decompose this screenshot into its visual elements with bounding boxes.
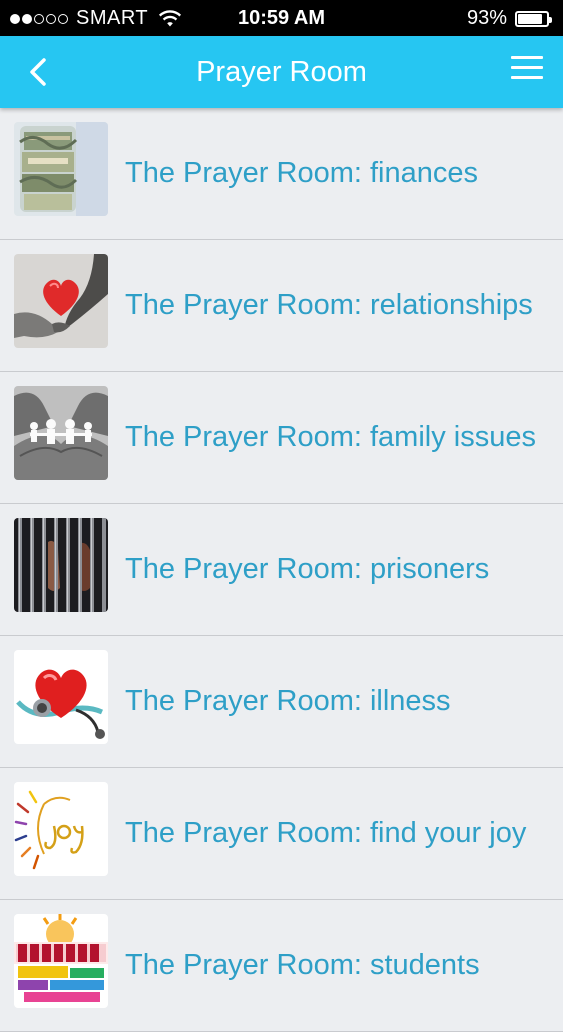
- joy-sun-thumbnail: [14, 782, 108, 876]
- list-item-label: The Prayer Room: illness: [125, 685, 451, 717]
- page-title: Prayer Room: [196, 56, 367, 88]
- list-item-find-your-joy[interactable]: The Prayer Room: find your joy: [0, 768, 563, 900]
- prayer-room-list: The Prayer Room: finances The Prayer Roo…: [0, 108, 563, 1032]
- list-item-relationships[interactable]: The Prayer Room: relationships: [0, 240, 563, 372]
- menu-button[interactable]: [511, 56, 543, 86]
- list-item-label: The Prayer Room: finances: [125, 157, 478, 189]
- list-item-illness[interactable]: The Prayer Room: illness: [0, 636, 563, 768]
- heart-stethoscope-thumbnail: [14, 650, 108, 744]
- status-right: 93%: [466, 7, 552, 30]
- paper-family-hands-thumbnail: [14, 386, 108, 480]
- list-item-prisoners[interactable]: The Prayer Room: prisoners: [0, 504, 563, 636]
- money-jar-thumbnail: [14, 122, 108, 216]
- hamburger-menu-icon: [511, 56, 543, 79]
- list-item-label: The Prayer Room: find your joy: [125, 817, 527, 849]
- list-item-family-issues[interactable]: The Prayer Room: family issues: [0, 372, 563, 504]
- list-item-label: The Prayer Room: students: [125, 949, 480, 981]
- status-bar: SMART 10:59 AM 93%: [0, 0, 563, 36]
- battery-icon: [515, 10, 552, 27]
- list-item-finances[interactable]: The Prayer Room: finances: [0, 108, 563, 240]
- students-text-thumbnail: [14, 914, 108, 1008]
- prison-bars-thumbnail: [14, 518, 108, 612]
- list-item-label: The Prayer Room: prisoners: [125, 553, 490, 585]
- battery-fill: [518, 13, 542, 24]
- list-item-label: The Prayer Room: relationships: [125, 289, 533, 321]
- battery-cap: [549, 16, 552, 23]
- list-item-label: The Prayer Room: family issues: [125, 421, 536, 453]
- nav-bar: Prayer Room: [0, 36, 563, 108]
- battery-percentage: 93%: [466, 7, 507, 29]
- holding-hands-heart-thumbnail: [14, 254, 108, 348]
- list-item-students[interactable]: The Prayer Room: students: [0, 900, 563, 1032]
